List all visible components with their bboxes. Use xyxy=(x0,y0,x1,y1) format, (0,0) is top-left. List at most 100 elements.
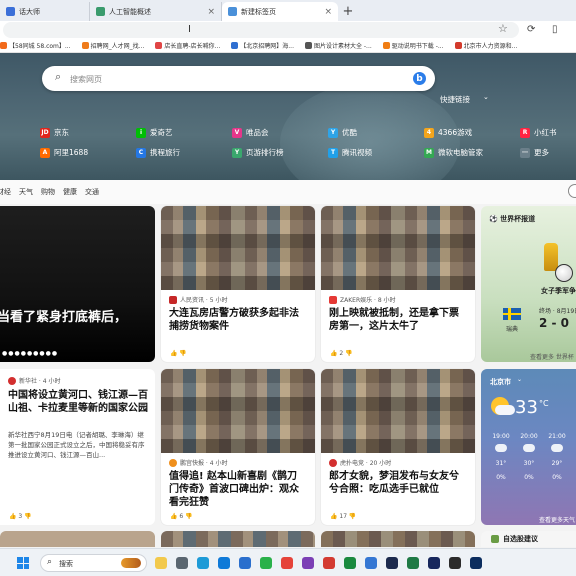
news-card-partial[interactable] xyxy=(161,531,315,547)
ps2-icon[interactable] xyxy=(470,557,482,569)
news-card[interactable]: ZAKER娱乐 · 8 小时 刚上映就被抵制，还是拿下票房第一，这片太牛了 👍 … xyxy=(321,206,475,362)
quick-link-vip[interactable]: V 唯品会 xyxy=(232,127,269,138)
news-headline[interactable]: 刚上映就被抵制，还是拿下票房第一，这片太牛了 xyxy=(329,307,467,333)
quick-link-tencent-video[interactable]: T 腾讯视频 xyxy=(328,147,372,158)
tab-title: 新建标签页 xyxy=(241,7,276,16)
media-icon[interactable] xyxy=(302,557,314,569)
search-icon: ⌕ xyxy=(55,70,62,83)
tab-item-active[interactable]: 新建标签页 × xyxy=(222,2,338,21)
bookmark-item[interactable]: 店长直聘-店长喊你... xyxy=(155,41,220,50)
quick-link-label: 优酷 xyxy=(342,128,357,137)
news-headline[interactable]: 值得追! 赵本山新喜剧《鹊刀门传奇》首波口碑出炉：观众看完狂赞 xyxy=(169,470,307,509)
current-temperature: 33 xyxy=(515,397,538,418)
app-icon[interactable] xyxy=(344,557,356,569)
file-explorer-icon[interactable] xyxy=(155,557,167,569)
store-icon[interactable] xyxy=(218,557,230,569)
news-card[interactable]: 鹏宫快报 · 4 小时 值得追! 赵本山新喜剧《鹊刀门传奇》首波口碑出炉：观众看… xyxy=(161,369,315,525)
windows-start-icon[interactable] xyxy=(17,557,29,569)
weather-card[interactable]: 北京市 ⌄ 33 °C 19:00 31° 0% 20:00 30° 0% 21… xyxy=(481,369,576,525)
category-weather[interactable]: 天气 xyxy=(19,187,33,197)
news-card-partial[interactable] xyxy=(321,531,475,547)
news-card[interactable]: 虎扑电竞 · 20 小时 郎才女貌，梦泪发布与女友兮兮合照：吃瓜选手已就位 👍 … xyxy=(321,369,475,525)
wps-icon[interactable] xyxy=(323,557,335,569)
carousel-dots[interactable]: ●●●●●●●●● xyxy=(2,350,58,357)
mail-icon[interactable] xyxy=(239,557,251,569)
news-thumbnail xyxy=(321,206,475,290)
au-icon[interactable] xyxy=(428,557,440,569)
category-health[interactable]: 健康 xyxy=(63,187,77,197)
quick-link-iqiyi[interactable]: i 爱奇艺 xyxy=(136,127,173,138)
reaction-buttons[interactable]: 👍 👎 xyxy=(170,350,187,357)
news-source: 新华社 · 4 小时 xyxy=(8,376,60,385)
reaction-buttons[interactable]: 👍 3 👎 xyxy=(9,513,32,520)
news-card[interactable]: 人民资讯 · 5 小时 大连瓦房店警方破获多起非法捕捞货物案件 👍 👎 xyxy=(161,206,315,362)
tencent-video-icon: T xyxy=(328,147,338,158)
split-screen-icon[interactable]: ▯ xyxy=(552,24,558,35)
quick-link-xiaohongshu[interactable]: R 小红书 xyxy=(520,127,557,138)
see-more-weather-link[interactable]: 查看更多天气 xyxy=(539,515,575,524)
article-headline[interactable]: 中国将设立黄河口、钱江源—百山祖、卡拉麦里等新的国家公园 xyxy=(8,389,153,415)
quick-links-toggle[interactable]: 快捷链接 ⌄ xyxy=(440,93,489,105)
favorite-star-icon[interactable]: ☆ xyxy=(498,22,508,35)
category-finance[interactable]: 财经 xyxy=(0,187,11,197)
quick-link-jd[interactable]: JD 京东 xyxy=(40,127,69,138)
article-abstract: 新华社西宁8月19日电（记者胡璐、李琳海）继第一批国家公园正式设立之后，中国将稳… xyxy=(8,431,145,459)
bookmark-item[interactable]: 驱动说明书下载 -... xyxy=(382,41,444,50)
quick-link-webgames[interactable]: Y 页游排行榜 xyxy=(232,147,284,158)
category-shopping[interactable]: 购物 xyxy=(41,187,55,197)
app2-icon[interactable] xyxy=(365,557,377,569)
forecast-time: 21:00 xyxy=(548,433,566,440)
news-card-partial[interactable] xyxy=(0,531,155,547)
quick-link-more[interactable]: ⋯ 更多 xyxy=(520,147,549,158)
excel-icon[interactable] xyxy=(407,557,419,569)
settings-circle-icon[interactable] xyxy=(568,184,576,198)
bing-icon[interactable]: b xyxy=(413,72,426,85)
chrome-icon[interactable] xyxy=(281,557,293,569)
weather-city[interactable]: 北京市 xyxy=(490,377,511,387)
web-search-box[interactable]: ⌕ 搜索网页 b xyxy=(42,66,435,91)
taskview-icon[interactable] xyxy=(176,557,188,569)
cloudy-icon xyxy=(495,444,507,452)
news-headline[interactable]: 郎才女貌，梦泪发布与女友兮兮合照：吃瓜选手已就位 xyxy=(329,470,467,496)
new-tab-button[interactable]: + xyxy=(338,2,358,21)
reaction-buttons[interactable]: 👍 17 👎 xyxy=(330,513,356,520)
tab-item[interactable]: 话大师 xyxy=(0,2,90,21)
bookmark-item[interactable]: 招聘网_人才网_找... xyxy=(81,41,144,50)
ps-icon[interactable] xyxy=(386,557,398,569)
category-traffic[interactable]: 交通 xyxy=(85,187,99,197)
close-tab-icon[interactable]: × xyxy=(207,7,215,17)
close-tab-icon[interactable]: × xyxy=(324,7,332,17)
reaction-buttons[interactable]: 👍 2 👎 xyxy=(330,350,353,357)
quick-link-4366[interactable]: 4 4366游戏 xyxy=(424,127,472,138)
stock-suggestions-card[interactable]: 自选股建议 xyxy=(481,531,576,547)
quick-link-label: 页游排行榜 xyxy=(246,148,284,157)
reaction-buttons[interactable]: 👍 6 👎 xyxy=(170,513,193,520)
world-cup-card[interactable]: ⚽ 世界杯报道 女子季军争夺 瑞典 终场 · 8月19日 2 - 0 查看更多 … xyxy=(481,206,576,362)
quick-link-ctrip[interactable]: C 携程旅行 xyxy=(136,147,180,158)
bookmark-item[interactable]: 【58同城 58.com】... xyxy=(0,41,71,50)
featured-video-card[interactable]: 当看了紧身打底裤后， ●●●●●●●●● xyxy=(0,206,155,362)
url-input[interactable] xyxy=(3,22,519,38)
see-more-link[interactable]: 查看更多 世界杯 xyxy=(530,352,574,361)
bookmark-item[interactable]: 【北京招聘网】海... xyxy=(231,41,294,50)
forecast-temp: 30° xyxy=(523,460,535,467)
taskbar-search[interactable]: ⌕ 搜索 xyxy=(40,554,147,572)
chevron-down-icon[interactable]: ⌄ xyxy=(517,376,522,383)
extensions-icon[interactable]: ⟳ xyxy=(527,24,535,35)
match-score: 2 - 0 xyxy=(539,316,570,330)
bookmark-item[interactable]: 图片设计素材大全 -... xyxy=(304,41,372,50)
xiaohongshu-icon: R xyxy=(520,127,530,138)
text-cursor-icon: I xyxy=(188,24,191,35)
news-headline[interactable]: 大连瓦房店警方破获多起非法捕捞货物案件 xyxy=(169,307,307,333)
feed-category-bar: 财经 天气 购物 健康 交通 xyxy=(0,180,576,204)
bookmark-favicon-icon xyxy=(454,42,462,49)
quick-link-youku[interactable]: Y 优酷 xyxy=(328,127,357,138)
tab-item[interactable]: 人工智能概述 × xyxy=(90,2,222,21)
edge-icon[interactable] xyxy=(197,557,209,569)
quick-link-1688[interactable]: A 阿里1688 xyxy=(40,147,88,158)
app3-icon[interactable] xyxy=(449,557,461,569)
quick-link-pc-manager[interactable]: M 微软电脑管家 xyxy=(424,147,483,158)
bookmark-item[interactable]: 北京市人力资源和... xyxy=(454,41,517,50)
wechat-icon[interactable] xyxy=(260,557,272,569)
article-card[interactable]: 新华社 · 4 小时 中国将设立黄河口、钱江源—百山祖、卡拉麦里等新的国家公园 … xyxy=(0,369,155,525)
